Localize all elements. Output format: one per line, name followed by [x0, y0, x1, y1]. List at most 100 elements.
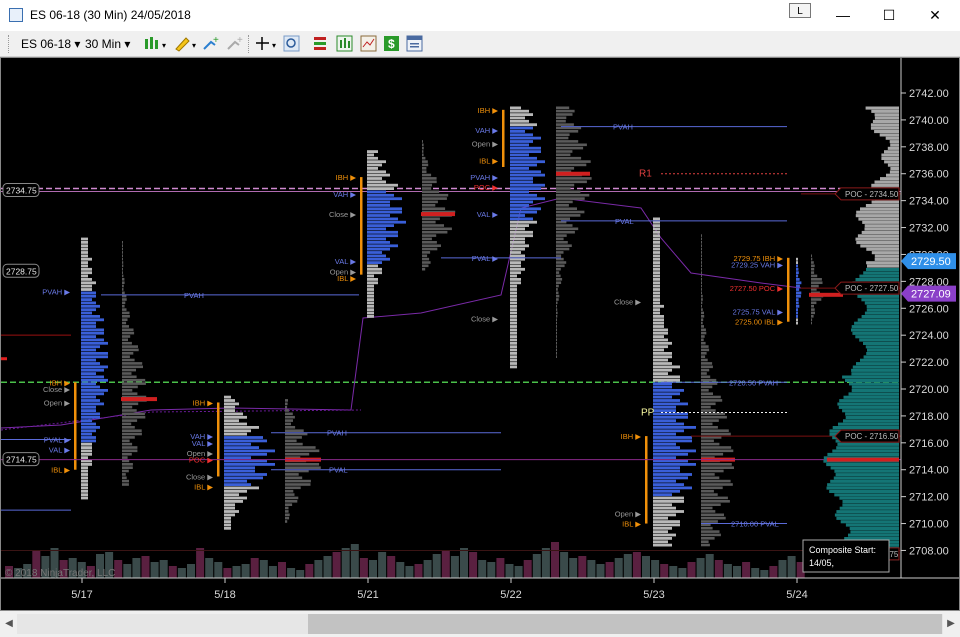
- properties-icon[interactable]: [406, 35, 424, 52]
- tpo-volume-row: [701, 479, 731, 483]
- volume-bar: [687, 562, 696, 578]
- profile-row: [81, 352, 108, 355]
- volume-bar: [696, 558, 705, 578]
- tpo-volume-row: [701, 321, 703, 325]
- profile-row: [510, 214, 525, 217]
- tpo-volume-row: [556, 335, 557, 338]
- profile-row: [653, 372, 668, 375]
- tpo-volume-row: [122, 315, 130, 318]
- profile-row: [224, 493, 239, 497]
- profile-row: [653, 264, 660, 268]
- close-button[interactable]: ✕: [912, 0, 958, 31]
- tpo-volume-row: [422, 163, 429, 167]
- profile-row: [224, 500, 243, 503]
- price-tick-label: 2736.00: [909, 169, 949, 181]
- crosshair-icon[interactable]: ▾: [254, 35, 280, 52]
- tpo-volume-row: [285, 513, 290, 517]
- tpo-volume-row: [701, 338, 704, 342]
- session-label: Close ▶: [329, 210, 357, 219]
- profile-row: [81, 358, 96, 362]
- tpo-volume-row: [556, 315, 558, 318]
- tpo-volume-row: [701, 449, 734, 453]
- tpo-volume-row: [122, 375, 137, 379]
- composite-row: [835, 473, 899, 477]
- volume-bar: [460, 548, 468, 578]
- tpo-volume-row: [422, 156, 426, 160]
- tpo-volume-row: [701, 341, 706, 345]
- profile-row: [81, 442, 92, 446]
- tpo-volume-row: [701, 503, 721, 506]
- volume-bar: [296, 570, 305, 578]
- strategy-add-icon[interactable]: +: [226, 35, 244, 52]
- profile-row: [796, 267, 799, 271]
- toolbar-grip[interactable]: [8, 35, 13, 53]
- tpo-volume-row: [556, 183, 575, 187]
- tpo-volume-row: [701, 281, 702, 284]
- drawing-tool-icon[interactable]: ▾: [173, 35, 199, 52]
- tpo-volume-row: [811, 264, 815, 268]
- composite-row: [856, 210, 899, 214]
- scroll-right-icon[interactable]: ▶: [943, 614, 959, 634]
- profile-row: [367, 170, 386, 174]
- profile-row: [81, 449, 92, 453]
- composite-row: [859, 274, 899, 278]
- market-profile-chart[interactable]: 2742.00 2740.00 2738.00 2736.00 2734.00 2732.…: [1, 58, 959, 610]
- tpo-volume-row: [122, 449, 138, 453]
- session-label: PVAH ▶: [42, 287, 71, 296]
- tpo-volume-row: [701, 318, 704, 321]
- tpo-volume-row: [122, 291, 125, 295]
- volume-bar: [532, 554, 541, 578]
- indicator-add-icon[interactable]: +: [202, 35, 220, 52]
- profile-row: [796, 288, 800, 291]
- instrument-selector[interactable]: ES 06-18 ▾: [21, 37, 80, 51]
- scroll-left-icon[interactable]: ◀: [1, 614, 17, 634]
- composite-poc-label: POC - 2734.50: [845, 190, 899, 199]
- tpo-volume-row: [701, 506, 713, 510]
- poc-bar: [809, 292, 843, 297]
- tpo-volume-row: [422, 190, 440, 194]
- scroll-thumb[interactable]: [308, 614, 942, 634]
- session-label: POC ▶: [189, 456, 214, 465]
- data-box-icon[interactable]: [360, 35, 378, 52]
- link-button[interactable]: L: [789, 3, 811, 18]
- maximize-button[interactable]: ☐: [866, 0, 912, 31]
- volume-bar: [214, 562, 223, 578]
- composite-row: [851, 328, 899, 332]
- profile-row: [510, 227, 525, 231]
- tpo-volume-row: [122, 483, 129, 486]
- tpo-volume-row: [556, 140, 579, 143]
- trade-mode-icon[interactable]: [312, 35, 330, 52]
- profile-row: [367, 274, 374, 278]
- profile-row: [653, 308, 660, 312]
- composite-row: [849, 526, 899, 530]
- profile-row: [510, 348, 517, 352]
- horizontal-scrollbar[interactable]: ◀ ▶: [0, 611, 960, 637]
- profile-row: [796, 304, 800, 308]
- composite-row: [837, 402, 899, 406]
- dollar-icon[interactable]: $: [383, 35, 401, 52]
- session-label: IBH ▶: [336, 173, 358, 182]
- interval-selector[interactable]: 30 Min ▾: [85, 37, 130, 51]
- composite-row: [856, 362, 899, 366]
- tpo-volume-row: [556, 113, 573, 116]
- bars-type-icon[interactable]: ▾: [143, 35, 169, 52]
- zoom-icon[interactable]: [283, 35, 301, 52]
- profile-row: [81, 429, 96, 433]
- composite-row: [866, 267, 899, 271]
- chart-style-icon[interactable]: [336, 35, 354, 52]
- profile-row: [653, 291, 660, 295]
- tpo-volume-row: [122, 338, 128, 342]
- profile-row: [653, 442, 676, 446]
- profile-row: [224, 432, 247, 436]
- volume-bar: [450, 556, 459, 578]
- date-tick-label: 5/24: [786, 589, 807, 601]
- chart-panel[interactable]: 2742.00 2740.00 2738.00 2736.00 2734.00 2732.…: [0, 57, 960, 611]
- composite-row: [834, 469, 899, 473]
- composite-row: [830, 466, 899, 470]
- profile-row: [367, 156, 378, 160]
- profile-row: [367, 217, 398, 221]
- minimize-button[interactable]: —: [820, 0, 866, 31]
- profile-row: [796, 261, 798, 264]
- profile-row: [81, 257, 92, 261]
- profile-row: [81, 355, 108, 359]
